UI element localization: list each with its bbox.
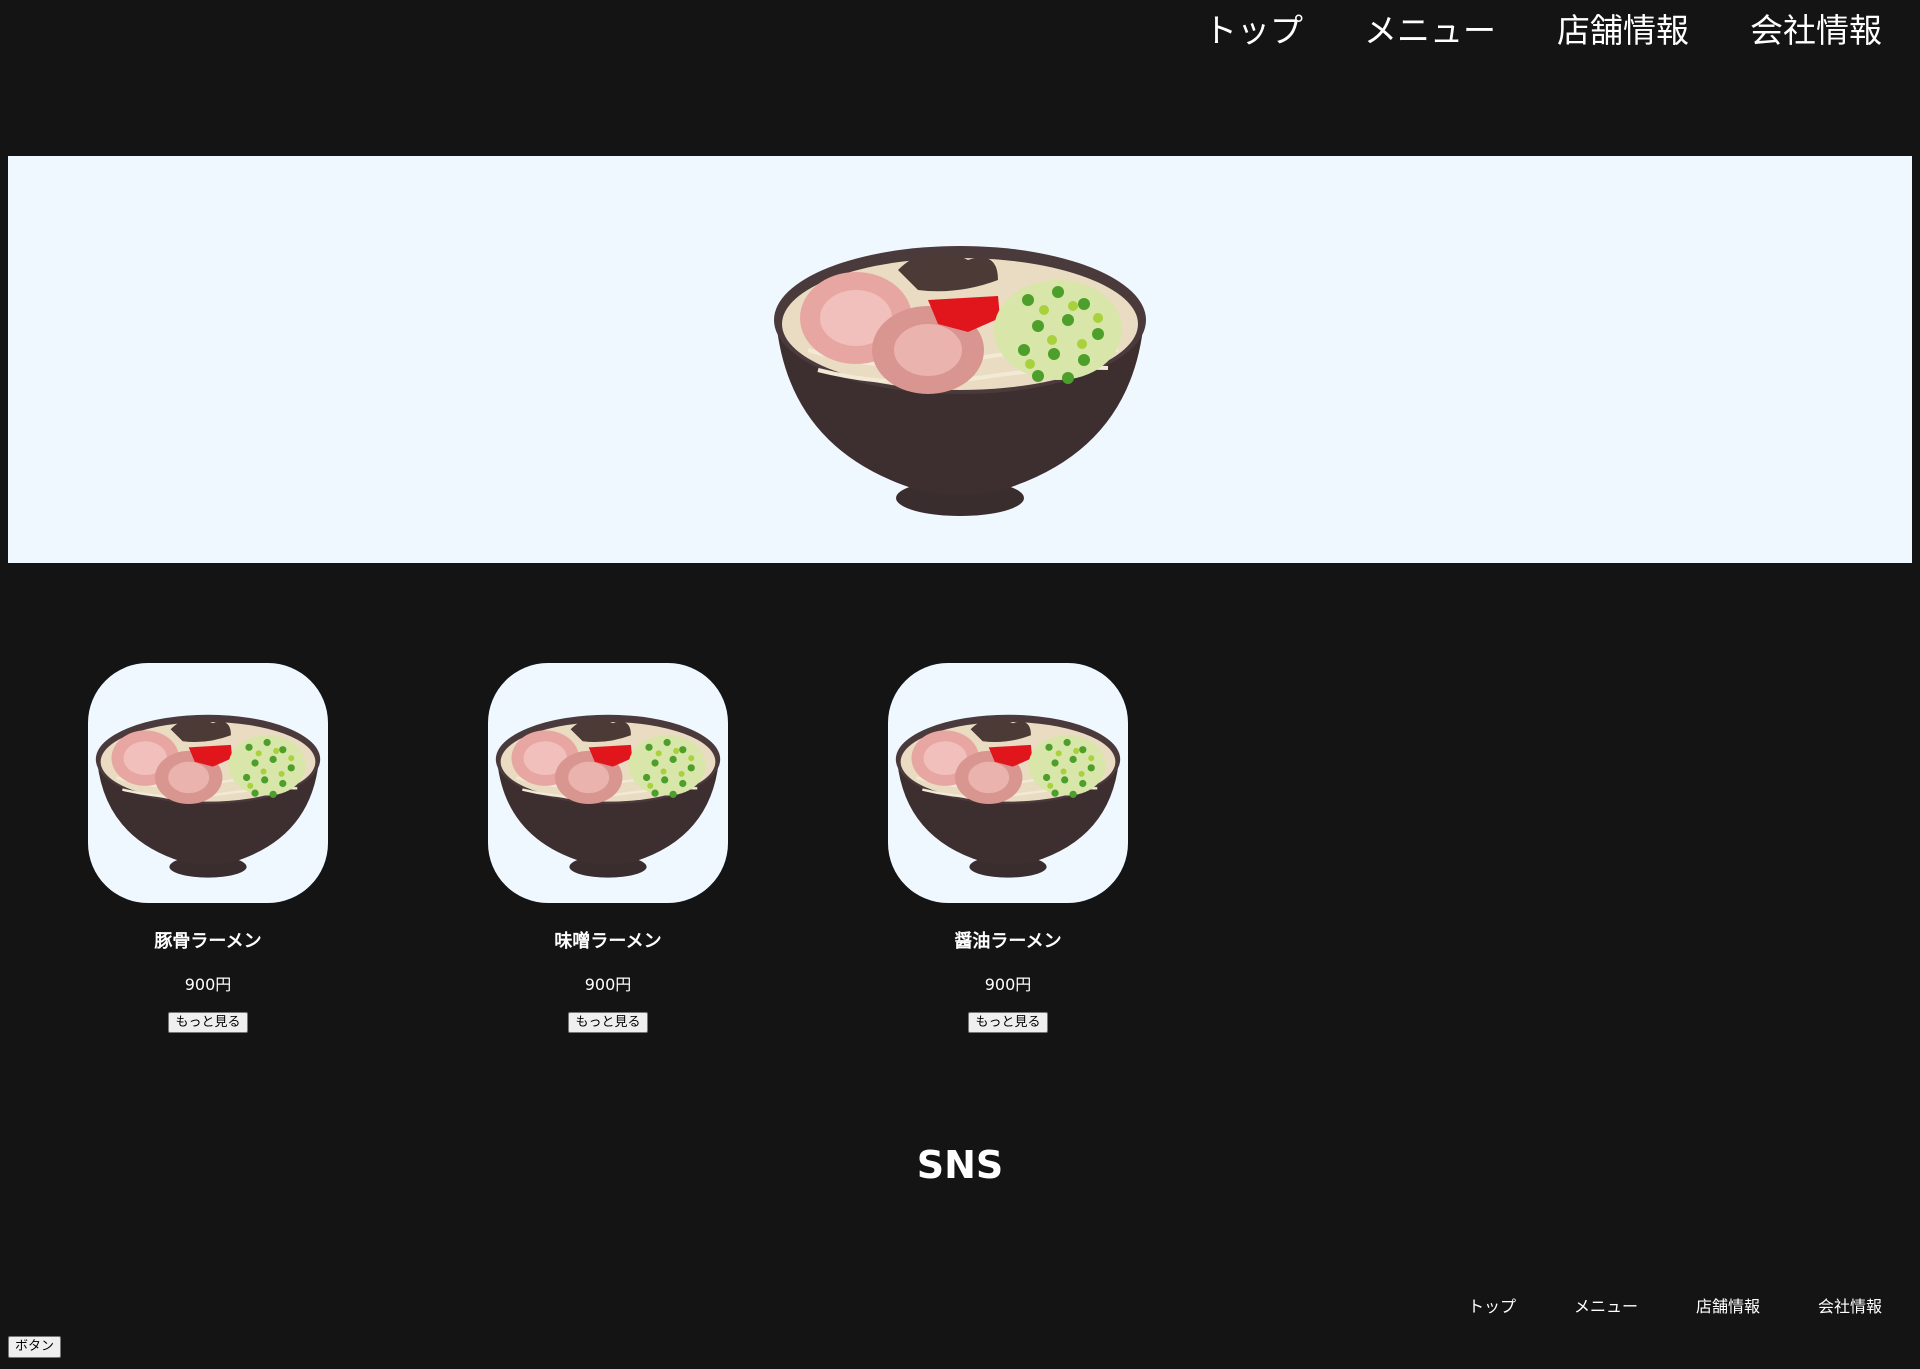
footer-link-menu[interactable]: メニュー — [1574, 1293, 1638, 1317]
ramen-bowl-icon — [768, 200, 1152, 520]
nav-link-store-info[interactable]: 店舗情報 — [1557, 14, 1689, 47]
more-button[interactable]: もっと見る — [568, 1011, 648, 1034]
header-nav: トップ メニュー 店舗情報 会社情報 — [1204, 0, 1882, 60]
product-name: 醤油ラーメン — [954, 931, 1062, 952]
product-list: 豚骨ラーメン 900円 もっと見る 味噌ラーメン 900円 もっと見る 醤油ラー… — [0, 663, 1200, 1063]
product-name: 味噌ラーメン — [554, 931, 662, 952]
product-card: 豚骨ラーメン 900円 もっと見る — [88, 663, 328, 1034]
hero-banner — [8, 156, 1912, 563]
sns-heading: SNS — [916, 1143, 1004, 1187]
product-card: 味噌ラーメン 900円 もっと見る — [488, 663, 728, 1034]
nav-link-top[interactable]: トップ — [1204, 14, 1303, 47]
product-price: 900円 — [584, 974, 632, 994]
product-image — [88, 663, 328, 903]
footer-button[interactable]: ボタン — [8, 1336, 62, 1358]
footer-link-company-info[interactable]: 会社情報 — [1818, 1293, 1882, 1317]
product-image — [888, 663, 1128, 903]
product-price: 900円 — [184, 974, 232, 994]
footer-link-top[interactable]: トップ — [1468, 1293, 1516, 1317]
product-name: 豚骨ラーメン — [154, 931, 262, 952]
ramen-bowl-icon — [892, 687, 1124, 880]
product-card: 醤油ラーメン 900円 もっと見る — [888, 663, 1128, 1034]
nav-link-company-info[interactable]: 会社情報 — [1750, 14, 1882, 47]
more-button[interactable]: もっと見る — [168, 1011, 248, 1034]
ramen-bowl-icon — [92, 687, 324, 880]
page: トップ メニュー 店舗情報 会社情報 豚骨ラーメン 900円 もっと見る 味噌ラ… — [0, 0, 1920, 1369]
product-image — [488, 663, 728, 903]
footer-nav: トップ メニュー 店舗情報 会社情報 — [1468, 1290, 1882, 1320]
ramen-bowl-icon — [492, 687, 724, 880]
footer-link-store-info[interactable]: 店舗情報 — [1696, 1293, 1760, 1317]
more-button[interactable]: もっと見る — [968, 1011, 1048, 1034]
nav-link-menu[interactable]: メニュー — [1364, 14, 1496, 47]
product-price: 900円 — [984, 974, 1032, 994]
